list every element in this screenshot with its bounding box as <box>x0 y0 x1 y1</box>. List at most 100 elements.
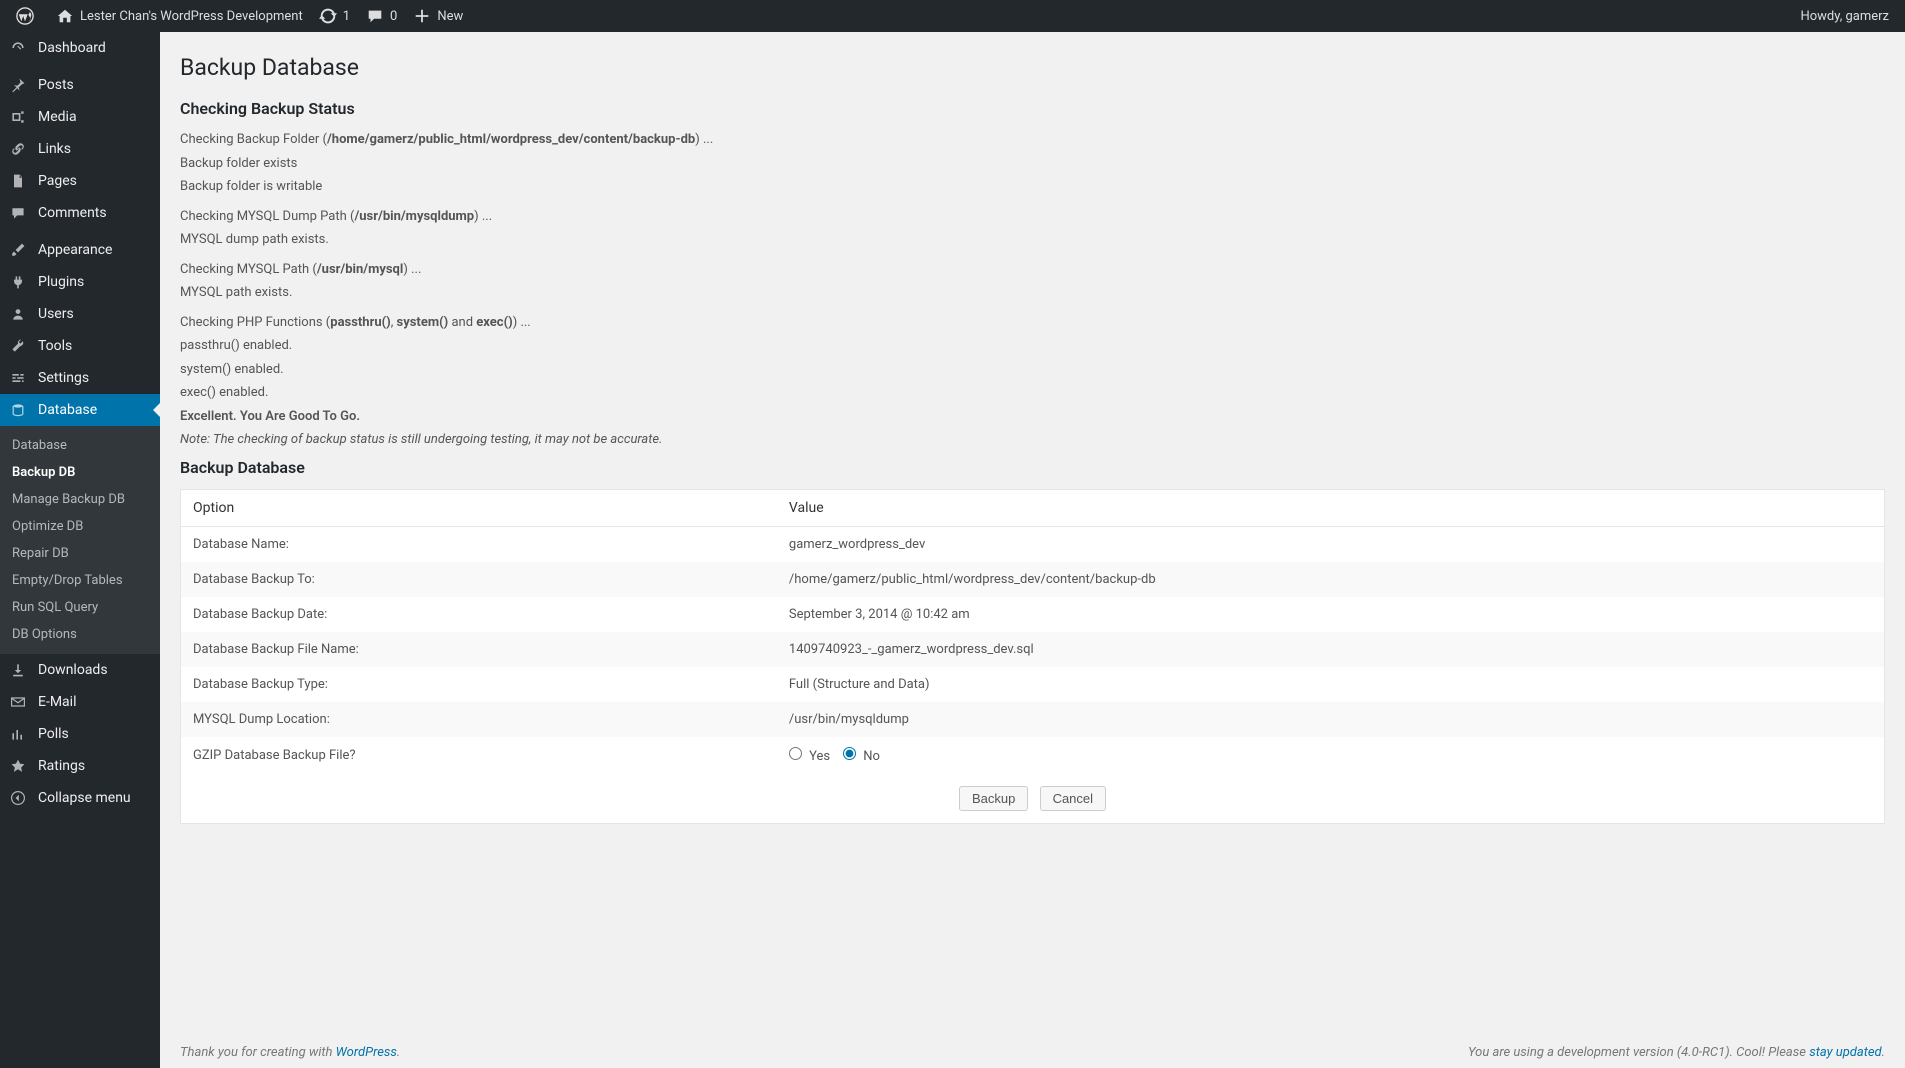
pin-icon <box>10 77 30 93</box>
table-cell-value: Full (Structure and Data) <box>777 667 1885 702</box>
submenu-item-optimize-db[interactable]: Optimize DB <box>0 513 160 540</box>
sidebar-item-downloads[interactable]: Downloads <box>0 654 160 686</box>
status-line: Checking MYSQL Path (/usr/bin/mysql) ... <box>180 260 1885 280</box>
table-cell-key: Database Backup Date: <box>181 597 777 632</box>
dashboard-icon <box>10 40 30 56</box>
sidebar-item-pages[interactable]: Pages <box>0 165 160 197</box>
table-cell-key: Database Name: <box>181 526 777 562</box>
wordpress-icon <box>16 7 34 25</box>
sidebar-item-links[interactable]: Links <box>0 133 160 165</box>
new-content-link[interactable]: New <box>405 0 471 32</box>
plus-icon <box>413 7 431 25</box>
sidebar-item-polls[interactable]: Polls <box>0 718 160 750</box>
sidebar-label: Database <box>38 402 97 418</box>
backup-heading: Backup Database <box>180 458 1885 477</box>
gzip-yes-label[interactable]: Yes <box>789 749 830 764</box>
table-cell-value: gamerz_wordpress_dev <box>777 526 1885 562</box>
my-account[interactable]: Howdy, gamerz <box>1792 0 1897 32</box>
status-ok: Backup folder exists <box>180 154 1885 174</box>
gzip-no-radio[interactable] <box>843 747 856 760</box>
table-row: Database Backup File Name:1409740923_-_g… <box>181 632 1885 667</box>
sidebar-label: Links <box>38 141 71 157</box>
backup-table: Option Value Database Name:gamerz_wordpr… <box>180 489 1885 824</box>
collapse-icon <box>10 790 30 806</box>
sidebar-label: Media <box>38 109 77 125</box>
comment-icon <box>366 7 384 25</box>
table-row: Database Backup Type:Full (Structure and… <box>181 667 1885 702</box>
sidebar-item-settings[interactable]: Settings <box>0 362 160 394</box>
status-excellent: Excellent. You Are Good To Go. <box>180 407 1885 427</box>
sidebar-label: Tools <box>38 338 72 354</box>
submenu-item-run-sql[interactable]: Run SQL Query <box>0 594 160 621</box>
sidebar-item-ratings[interactable]: Ratings <box>0 750 160 782</box>
table-row: Database Backup To:/home/gamerz/public_h… <box>181 562 1885 597</box>
submenu-item-repair-db[interactable]: Repair DB <box>0 540 160 567</box>
wordpress-link[interactable]: WordPress <box>336 1045 397 1060</box>
wrench-icon <box>10 338 30 354</box>
site-title-text: Lester Chan's WordPress Development <box>80 9 303 24</box>
status-ok: MYSQL dump path exists. <box>180 230 1885 250</box>
site-name[interactable]: Lester Chan's WordPress Development <box>48 0 311 32</box>
link-icon <box>10 141 30 157</box>
sidebar-label: Dashboard <box>38 40 106 56</box>
submenu-item-empty-drop[interactable]: Empty/Drop Tables <box>0 567 160 594</box>
sidebar-item-comments[interactable]: Comments <box>0 197 160 229</box>
table-row: GZIP Database Backup File? Yes No <box>181 737 1885 774</box>
table-cell-key: Database Backup Type: <box>181 667 777 702</box>
sidebar-item-collapse[interactable]: Collapse menu <box>0 782 160 814</box>
sidebar-item-database[interactable]: Database <box>0 394 160 426</box>
sidebar-item-appearance[interactable]: Appearance <box>0 234 160 266</box>
gzip-no-label[interactable]: No <box>843 749 880 764</box>
sliders-icon <box>10 370 30 386</box>
comments-count: 0 <box>390 9 397 24</box>
sidebar-label: Users <box>38 306 74 322</box>
submenu-item-database[interactable]: Database <box>0 432 160 459</box>
users-icon <box>10 306 30 322</box>
submenu-item-manage-backup[interactable]: Manage Backup DB <box>0 486 160 513</box>
table-row: Database Name:gamerz_wordpress_dev <box>181 526 1885 562</box>
table-cell-value: /home/gamerz/public_html/wordpress_dev/c… <box>777 562 1885 597</box>
stay-updated-link[interactable]: stay updated <box>1809 1045 1881 1060</box>
backup-button[interactable]: Backup <box>959 786 1028 811</box>
table-row: Database Backup Date:September 3, 2014 @… <box>181 597 1885 632</box>
cancel-button[interactable]: Cancel <box>1040 786 1106 811</box>
sidebar-item-users[interactable]: Users <box>0 298 160 330</box>
table-cell-gzip-radios: Yes No <box>777 737 1885 774</box>
sidebar-item-email[interactable]: E-Mail <box>0 686 160 718</box>
sidebar-item-dashboard[interactable]: Dashboard <box>0 32 160 64</box>
sidebar-item-plugins[interactable]: Plugins <box>0 266 160 298</box>
gzip-yes-radio[interactable] <box>789 747 802 760</box>
comments-link[interactable]: 0 <box>358 0 405 32</box>
updates-count: 1 <box>343 9 350 24</box>
table-cell-key: Database Backup File Name: <box>181 632 777 667</box>
page-title: Backup Database <box>180 54 1885 81</box>
sidebar-label: Polls <box>38 726 69 742</box>
status-heading: Checking Backup Status <box>180 99 1885 118</box>
refresh-icon <box>319 7 337 25</box>
table-cell-key: GZIP Database Backup File? <box>181 737 777 774</box>
mail-icon <box>10 694 30 710</box>
footer-left: Thank you for creating with WordPress. <box>180 1045 400 1060</box>
sidebar-label: Comments <box>38 205 107 221</box>
table-head-value: Value <box>777 489 1885 526</box>
status-line: Checking Backup Folder (/home/gamerz/pub… <box>180 130 1885 150</box>
updates-link[interactable]: 1 <box>311 0 358 32</box>
brush-icon <box>10 242 30 258</box>
sidebar-item-media[interactable]: Media <box>0 101 160 133</box>
status-ok: system() enabled. <box>180 360 1885 380</box>
sidebar-item-posts[interactable]: Posts <box>0 69 160 101</box>
sidebar-label: Pages <box>38 173 77 189</box>
sidebar-label: Downloads <box>38 662 108 678</box>
database-icon <box>10 402 30 418</box>
sidebar-label: Plugins <box>38 274 84 290</box>
sidebar-item-tools[interactable]: Tools <box>0 330 160 362</box>
table-cell-value: 1409740923_-_gamerz_wordpress_dev.sql <box>777 632 1885 667</box>
footer-right: You are using a development version (4.0… <box>1468 1045 1885 1060</box>
sidebar-label: Collapse menu <box>38 790 131 806</box>
plug-icon <box>10 274 30 290</box>
status-note: Note: The checking of backup status is s… <box>180 430 1885 450</box>
wp-logo[interactable] <box>8 0 48 32</box>
sidebar-label: Ratings <box>38 758 85 774</box>
submenu-item-db-options[interactable]: DB Options <box>0 621 160 648</box>
submenu-item-backup-db[interactable]: Backup DB <box>0 459 160 486</box>
